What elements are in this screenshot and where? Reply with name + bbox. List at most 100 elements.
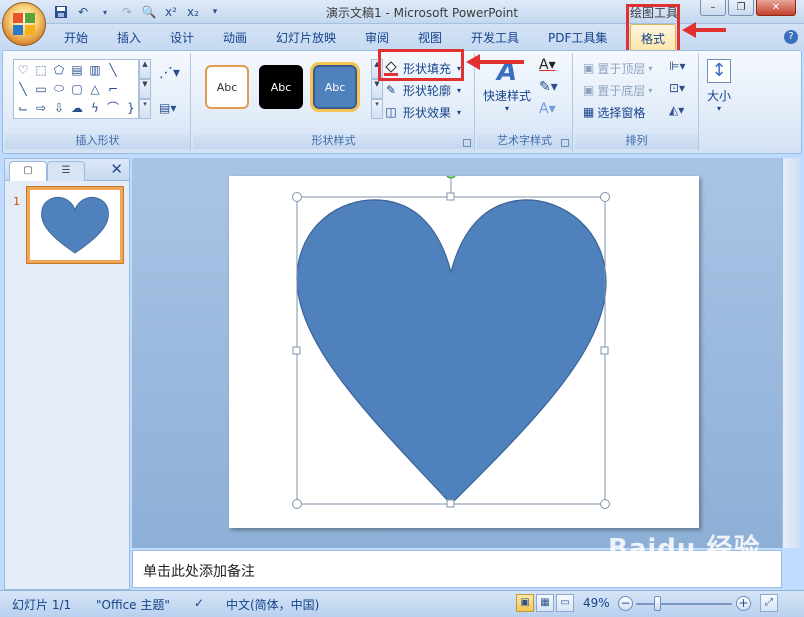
shape-outline-button[interactable]: ✎ 形状轮廓 ▾ xyxy=(383,80,461,100)
redo-icon[interactable]: ↷ xyxy=(118,3,136,21)
shapes-scroll-up[interactable]: ▲ xyxy=(139,59,151,79)
rotate-icon[interactable]: ◭▾ xyxy=(669,103,684,117)
shapes-scroll-down[interactable]: ▼ xyxy=(139,79,151,99)
size-button[interactable]: ↕ 大小 ▾ xyxy=(707,59,731,113)
restore-button[interactable]: ❐ xyxy=(728,0,754,16)
text-outline-icon[interactable]: ✎▾ xyxy=(539,79,558,95)
tab-home[interactable]: 开始 xyxy=(64,29,88,46)
tab-slideshow[interactable]: 幻灯片放映 xyxy=(276,29,336,46)
slideshow-icon[interactable]: ▭ xyxy=(556,594,574,612)
highlight-shape-fill xyxy=(378,49,464,81)
close-button[interactable]: ✕ xyxy=(756,0,796,16)
tab-animations[interactable]: 动画 xyxy=(223,29,247,46)
group-label-insert-shapes: 插入形状 xyxy=(5,133,190,149)
save-icon[interactable] xyxy=(52,3,70,21)
tab-pdf-tools[interactable]: PDF工具集 xyxy=(548,29,607,46)
spellcheck-icon[interactable]: ✓ xyxy=(194,596,204,610)
shapes-more[interactable]: ▾ xyxy=(139,99,151,119)
send-back-label: 置于底层 xyxy=(597,83,646,98)
close-icon[interactable]: ✕ xyxy=(110,160,123,178)
textbox-icon[interactable]: ▤▾ xyxy=(159,101,176,115)
triangle-shape-icon[interactable]: △ xyxy=(86,79,104,98)
zoom-level[interactable]: 49% xyxy=(583,596,610,610)
styles-more[interactable]: ▾ xyxy=(371,99,383,119)
selection-pane-button[interactable]: ▦ 选择窗格 xyxy=(583,102,645,122)
pen-icon: ✎ xyxy=(385,83,397,97)
vertical-textbox-shape-icon[interactable]: ▥ xyxy=(86,60,104,79)
elbow-connector-icon[interactable]: ⌙ xyxy=(14,98,32,117)
dialog-launcher-icon[interactable] xyxy=(561,139,569,147)
normal-view-icon[interactable]: ▣ xyxy=(516,594,534,612)
customize-qat-icon[interactable]: ▾ xyxy=(206,3,224,21)
heart-shape[interactable] xyxy=(229,167,699,528)
text-effects-icon[interactable]: A▾ xyxy=(539,101,556,117)
arrow-to-format-tab xyxy=(682,22,726,38)
minimize-button[interactable]: – xyxy=(700,0,726,16)
align-icon[interactable]: ⊫▾ xyxy=(669,59,685,73)
right-arrow-shape-icon[interactable]: ⇨ xyxy=(32,98,50,117)
dropdown-icon[interactable]: ▾ xyxy=(96,3,114,21)
shape-style-black[interactable]: Abc xyxy=(259,65,303,109)
size-label: 大小 xyxy=(707,89,732,103)
textbox-shape-icon[interactable]: ▤ xyxy=(68,60,86,79)
tab-developer[interactable]: 开发工具 xyxy=(471,29,519,46)
group-objects-icon[interactable]: ⊡▾ xyxy=(669,81,685,95)
edit-shape-icon[interactable]: ⋰▾ xyxy=(159,65,180,81)
slide-edit-area xyxy=(132,158,782,548)
slide-canvas[interactable] xyxy=(229,167,699,528)
bring-to-front-button[interactable]: ▣ 置于顶层 ▾ xyxy=(583,58,652,78)
office-button[interactable] xyxy=(2,2,46,46)
tab-insert[interactable]: 插入 xyxy=(117,29,141,46)
tab-view[interactable]: 视图 xyxy=(418,29,442,46)
slide-thumbnail[interactable] xyxy=(27,187,123,263)
brace-shape-icon[interactable]: } xyxy=(122,98,140,117)
status-language: 中文(简体，中国) xyxy=(226,598,320,612)
rounded-rect-shape-icon[interactable]: ▢ xyxy=(68,79,86,98)
connector-shape-icon[interactable]: ⌐ xyxy=(104,79,122,98)
bring-front-label: 置于顶层 xyxy=(597,61,646,76)
tab-outline-icon[interactable]: ☰ xyxy=(47,161,85,181)
undo-icon[interactable]: ↶ xyxy=(74,3,92,21)
chevron-down-icon: ▾ xyxy=(457,85,462,95)
shape-style-blue-selected[interactable]: Abc xyxy=(310,62,360,112)
arc-shape-icon[interactable]: ⌒ xyxy=(104,98,122,117)
baidu-watermark: Baidu 经验 xyxy=(608,534,761,564)
diagonal-line-icon[interactable]: ╲ xyxy=(14,79,32,98)
shape-effects-label: 形状效果 xyxy=(403,105,452,120)
cube-shape-icon[interactable]: ⬚ xyxy=(32,60,50,79)
quick-styles-button[interactable]: A 快速样式 ▾ xyxy=(483,57,531,113)
dialog-launcher-icon[interactable] xyxy=(463,139,471,147)
styles-scroll-down[interactable]: ▼ xyxy=(371,79,383,99)
print-preview-icon[interactable]: 🔍 xyxy=(140,3,158,21)
heart-shape-icon[interactable]: ♡ xyxy=(14,60,32,79)
cloud-shape-icon[interactable]: ☁ xyxy=(68,98,86,117)
notes-placeholder: 单击此处添加备注 xyxy=(143,564,255,580)
fit-to-window-icon[interactable]: ⤢ xyxy=(760,594,778,612)
zoom-out-icon[interactable]: − xyxy=(618,596,633,611)
help-icon[interactable]: ? xyxy=(784,30,798,44)
shape-effects-button[interactable]: ◫ 形状效果 ▾ xyxy=(383,102,461,122)
slide-sorter-icon[interactable]: ▦ xyxy=(536,594,554,612)
superscript-icon[interactable]: x² xyxy=(162,3,180,21)
lightning-shape-icon[interactable]: ϟ xyxy=(86,98,104,117)
line-shape-icon[interactable]: ╲ xyxy=(104,60,122,79)
shape-outline-label: 形状轮廓 xyxy=(403,83,452,98)
text-fill-icon[interactable]: A▾ xyxy=(539,57,556,73)
zoom-slider-handle[interactable] xyxy=(654,596,661,611)
pentagon-shape-icon[interactable]: ⬠ xyxy=(50,60,68,79)
title-bar: ↶ ▾ ↷ 🔍 x² x₂ ▾ 演示文稿1 - Microsoft PowerP… xyxy=(0,0,804,24)
group-insert-shapes: ♡ ⬚ ⬠ ▤ ▥ ╲ ╲ ▭ ⬭ ▢ △ ⌐ ⌙ ⇨ ⇩ ☁ ϟ ⌒ } ▲ … xyxy=(5,53,191,151)
zoom-slider[interactable] xyxy=(636,603,732,605)
vertical-scrollbar[interactable] xyxy=(782,158,800,548)
tab-review[interactable]: 审阅 xyxy=(365,29,389,46)
down-arrow-shape-icon[interactable]: ⇩ xyxy=(50,98,68,117)
send-to-back-button[interactable]: ▣ 置于底层 ▾ xyxy=(583,80,652,100)
zoom-in-icon[interactable]: + xyxy=(736,596,751,611)
tab-design[interactable]: 设计 xyxy=(170,29,194,46)
shape-style-orange-outline[interactable]: Abc xyxy=(205,65,249,109)
rectangle-shape-icon[interactable]: ▭ xyxy=(32,79,50,98)
status-slide-count: 幻灯片 1/1 xyxy=(12,598,72,612)
tab-slides-icon[interactable]: ▢ xyxy=(9,161,47,181)
oval-shape-icon[interactable]: ⬭ xyxy=(50,79,68,98)
subscript-icon[interactable]: x₂ xyxy=(184,3,202,21)
